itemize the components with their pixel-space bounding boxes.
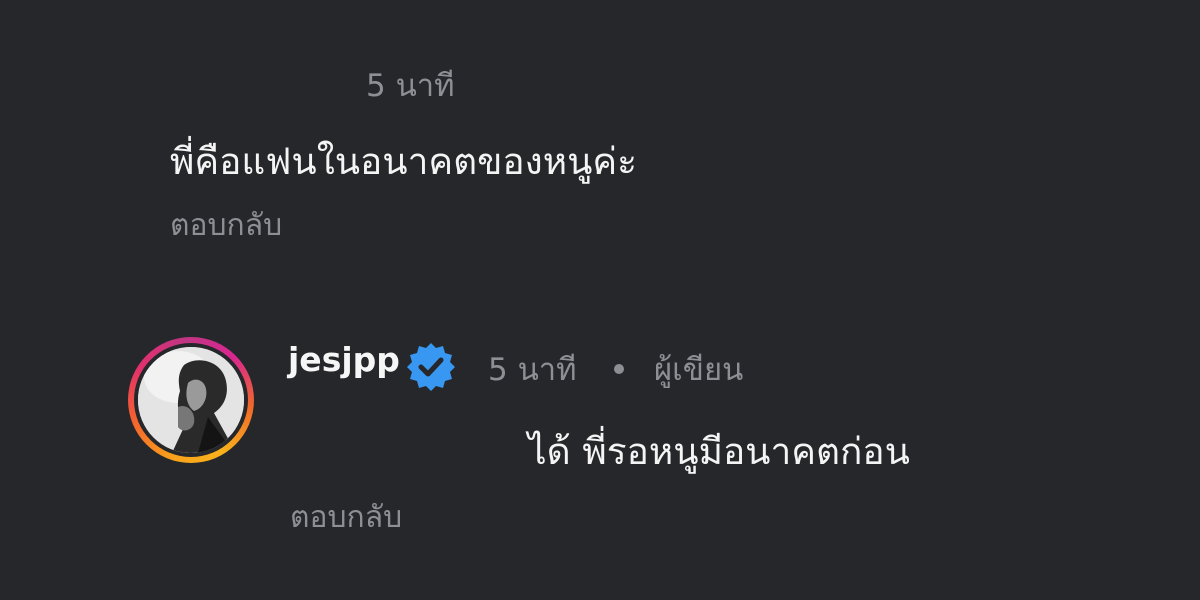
author-label: ผู้เขียน [654, 352, 744, 388]
profile-photo-icon [138, 347, 244, 453]
username[interactable]: jesjpp [288, 340, 400, 379]
verified-badge-icon [404, 340, 458, 394]
separator-dot [614, 364, 624, 374]
avatar[interactable] [138, 347, 244, 453]
comment-text: พี่คือแฟนในอนาคตของหนูค่ะ [170, 140, 638, 183]
comment-text: ได้ พี่รอหนูมีอนาคตก่อน [528, 430, 910, 473]
reply-button[interactable]: ตอบกลับ [290, 494, 402, 541]
reply-button[interactable]: ตอบกลับ [170, 202, 282, 249]
comment-timestamp: 5 นาที [488, 352, 577, 388]
comment-timestamp: 5 นาที [366, 68, 455, 104]
